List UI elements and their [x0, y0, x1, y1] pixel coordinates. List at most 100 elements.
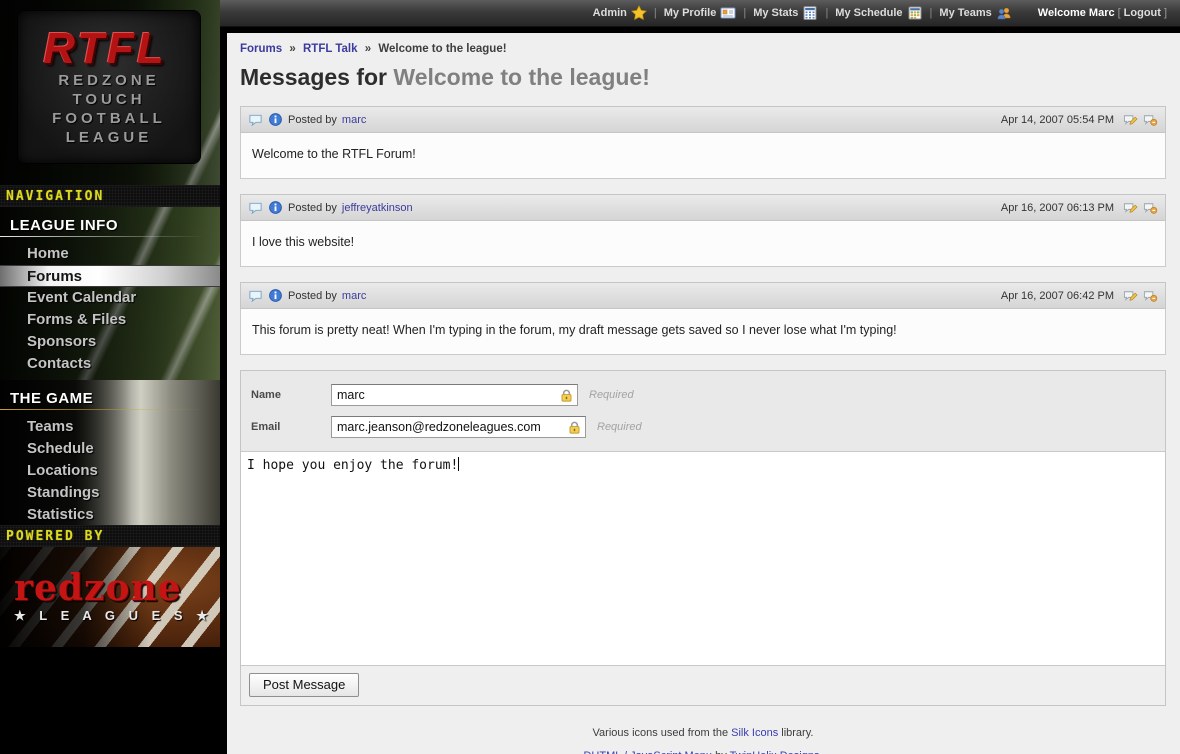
dhtml-menu-link[interactable]: DHTML / JavaScript Menu [583, 750, 712, 754]
message-draft-text: I hope you enjoy the forum! [247, 458, 458, 473]
email-label: Email [251, 421, 331, 433]
section-title-the-game: THE GAME [0, 380, 220, 410]
posted-by-label: Posted by [288, 202, 337, 214]
silk-icons-link[interactable]: Silk Icons [731, 727, 778, 739]
vcard-icon [720, 5, 736, 21]
information-icon[interactable] [268, 288, 283, 303]
topbar-item-my-stats[interactable]: My Stats [753, 5, 818, 21]
rtfl-logo-line: TOUCH [72, 90, 145, 109]
sidebar-item-standings[interactable]: Standings [0, 482, 220, 504]
posted-by-label: Posted by [288, 290, 337, 302]
league-info-section: LEAGUE INFO Home Forums Event Calendar F… [0, 207, 220, 380]
topbar-item-my-profile[interactable]: My Profile [664, 5, 737, 21]
message-header: Posted by marc Apr 16, 2007 06:42 PM [240, 282, 1166, 309]
sidebar-item-sponsors[interactable]: Sponsors [0, 331, 220, 353]
sidebar-item-teams[interactable]: Teams [0, 416, 220, 438]
sidebar-item-contacts[interactable]: Contacts [0, 353, 220, 375]
breadcrumb-link-forums[interactable]: Forums [240, 43, 282, 55]
message-body: I love this website! [240, 221, 1166, 267]
comment-delete-icon[interactable] [1143, 112, 1158, 127]
rtfl-logo-line: REDZONE [58, 71, 159, 90]
footer-text: . [819, 750, 822, 754]
message-author-link[interactable]: marc [342, 290, 366, 302]
topbar-item-label: Admin [593, 7, 627, 19]
message-date: Apr 14, 2007 05:54 PM [1001, 114, 1114, 126]
comment-delete-icon[interactable] [1143, 200, 1158, 215]
league-logo-section: RTFL REDZONE TOUCH FOOTBALL LEAGUE [0, 0, 220, 185]
sidebar-item-schedule[interactable]: Schedule [0, 438, 220, 460]
footer-text: library. [778, 727, 813, 739]
rtfl-logo-title: RTFL [43, 27, 175, 71]
message-body: Welcome to the RTFL Forum! [240, 133, 1166, 179]
redzone-logo-name: redzone [14, 571, 220, 605]
comment-icon [248, 112, 263, 127]
page-title: Messages for Welcome to the league! [240, 64, 1166, 91]
powered-by-led-bar: POWERED BY [0, 525, 220, 547]
logout-link[interactable]: Logout [1124, 7, 1161, 19]
footer-text: Various icons used from the [593, 727, 732, 739]
message-textarea[interactable]: I hope you enjoy the forum! [241, 452, 1165, 666]
group-icon [996, 5, 1012, 21]
calendar-icon [907, 5, 923, 21]
comment-icon [248, 200, 263, 215]
topbar-separator: | [930, 7, 933, 19]
sidebar-item-forums[interactable]: Forums [0, 265, 220, 287]
content-area: Forums » RTFL Talk » Welcome to the leag… [227, 33, 1180, 754]
topbar: Admin | My Profile | My Stats | My Sched… [220, 0, 1180, 27]
rtfl-logo-line: LEAGUE [66, 128, 153, 147]
breadcrumb-separator: » [365, 43, 371, 55]
breadcrumb-link-rtfl-talk[interactable]: RTFL Talk [303, 43, 358, 55]
sidebar-item-event-calendar[interactable]: Event Calendar [0, 287, 220, 309]
footer-menu-credit: DHTML / JavaScript Menu by TwinHelix Des… [240, 750, 1166, 754]
sidebar-item-locations[interactable]: Locations [0, 460, 220, 482]
rtfl-logo: RTFL REDZONE TOUCH FOOTBALL LEAGUE [18, 11, 200, 163]
name-label: Name [251, 389, 331, 401]
stats-table-icon [802, 5, 818, 21]
sidebar: RTFL REDZONE TOUCH FOOTBALL LEAGUE NAVIG… [0, 0, 220, 754]
redzone-leagues-logo[interactable]: redzone ★ L E A G U E S ★ [0, 547, 220, 647]
topbar-item-my-schedule[interactable]: My Schedule [835, 5, 922, 21]
forum-message: Posted by jeffreyatkinson Apr 16, 2007 0… [240, 194, 1166, 267]
sidebar-filler [0, 647, 220, 754]
comment-edit-icon[interactable] [1123, 288, 1138, 303]
sidebar-item-home[interactable]: Home [0, 243, 220, 265]
name-field[interactable] [331, 384, 578, 406]
text-caret [458, 457, 459, 471]
message-header: Posted by marc Apr 14, 2007 05:54 PM [240, 106, 1166, 133]
message-author-link[interactable]: jeffreyatkinson [342, 202, 413, 214]
welcome-user-label: Welcome Marc [1038, 7, 1115, 19]
breadcrumb-current: Welcome to the league! [378, 43, 506, 55]
information-icon[interactable] [268, 112, 283, 127]
topbar-separator: | [825, 7, 828, 19]
rtfl-logo-line: FOOTBALL [52, 109, 166, 128]
main-area: Admin | My Profile | My Stats | My Sched… [220, 0, 1180, 754]
message-header: Posted by jeffreyatkinson Apr 16, 2007 0… [240, 194, 1166, 221]
topbar-separator: | [743, 7, 746, 19]
sidebar-item-statistics[interactable]: Statistics [0, 504, 220, 526]
topbar-item-label: My Profile [664, 7, 717, 19]
information-icon[interactable] [268, 200, 283, 215]
topbar-item-label: My Stats [753, 7, 798, 19]
message-author-link[interactable]: marc [342, 114, 366, 126]
topbar-item-my-teams[interactable]: My Teams [939, 5, 1011, 21]
required-label: Required [589, 389, 634, 401]
section-title-league-info: LEAGUE INFO [0, 207, 220, 237]
form-actions: Post Message [241, 666, 1165, 705]
logout-bracket: [ [1118, 7, 1121, 19]
comment-icon [248, 288, 263, 303]
comment-delete-icon[interactable] [1143, 288, 1158, 303]
comment-edit-icon[interactable] [1123, 112, 1138, 127]
required-label: Required [597, 421, 642, 433]
breadcrumb-separator: » [289, 43, 295, 55]
post-message-button[interactable]: Post Message [249, 673, 359, 697]
the-game-section: THE GAME Teams Schedule Locations Standi… [0, 380, 220, 525]
footer-text: by [712, 750, 730, 754]
email-field[interactable] [331, 416, 586, 438]
topbar-separator: | [654, 7, 657, 19]
comment-edit-icon[interactable] [1123, 200, 1138, 215]
breadcrumb: Forums » RTFL Talk » Welcome to the leag… [240, 43, 1166, 55]
topbar-item-admin[interactable]: Admin [593, 5, 647, 21]
sidebar-item-forms-files[interactable]: Forms & Files [0, 309, 220, 331]
twinhelix-link[interactable]: TwinHelix Designs [730, 750, 820, 754]
lock-icon [559, 388, 574, 403]
